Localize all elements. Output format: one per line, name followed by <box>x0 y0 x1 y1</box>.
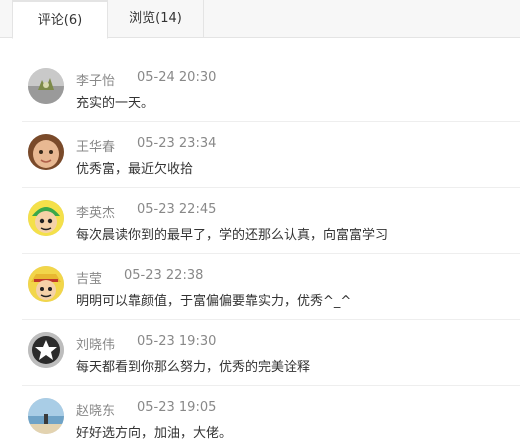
comment-time: 05-23 19:05 <box>137 400 217 415</box>
star-avatar[interactable] <box>28 332 64 368</box>
comment-text: 明明可以靠颜值，于富偏偏要靠实力，优秀^_^ <box>76 294 352 309</box>
beach-avatar[interactable] <box>28 398 64 434</box>
plant-avatar[interactable] <box>28 68 64 104</box>
comment-item: 刘晓伟 05-23 19:30 每天都看到你那么努力，优秀的完美诠释 <box>22 320 520 386</box>
commenter-name[interactable]: 李子怡 <box>76 70 115 89</box>
commenter-name[interactable]: 王华春 <box>76 136 115 155</box>
comment-time: 05-23 22:45 <box>137 202 217 217</box>
tab-views[interactable]: 浏览(14) <box>108 0 204 38</box>
tab-comments[interactable]: 评论(6) <box>12 0 108 39</box>
tab-bar: 评论(6) 浏览(14) <box>0 0 520 39</box>
commenter-name[interactable]: 吉莹 <box>76 268 102 287</box>
comment-item: 李子怡 05-24 20:30 充实的一天。 <box>22 56 520 122</box>
comment-time: 05-24 20:30 <box>137 70 217 85</box>
commenter-name[interactable]: 刘晓伟 <box>76 334 115 353</box>
cartoon-green-avatar[interactable] <box>28 200 64 236</box>
comment-text: 每次晨读你到的最早了，学的还那么认真，向富富学习 <box>76 228 389 243</box>
commenter-name[interactable]: 李英杰 <box>76 202 115 221</box>
comment-time: 05-23 22:38 <box>124 268 204 283</box>
cartoon-hat-avatar[interactable] <box>28 266 64 302</box>
comment-text: 每天都看到你那么努力，优秀的完美诠释 <box>76 360 311 375</box>
baby-avatar[interactable] <box>28 134 64 170</box>
comment-item: 李英杰 05-23 22:45 每次晨读你到的最早了，学的还那么认真，向富富学习 <box>22 188 520 254</box>
comment-list: 李子怡 05-24 20:30 充实的一天。 王华春 05-23 23:34 优… <box>0 56 520 441</box>
comment-text: 充实的一天。 <box>76 96 155 111</box>
commenter-name[interactable]: 赵晓东 <box>76 400 115 419</box>
comment-item: 王华春 05-23 23:34 优秀富，最近欠收拾 <box>22 122 520 188</box>
comment-time: 05-23 23:34 <box>137 136 217 151</box>
comment-item: 赵晓东 05-23 19:05 好好选方向，加油，大佬。 <box>22 386 520 441</box>
comment-time: 05-23 19:30 <box>137 334 217 349</box>
comment-item: 吉莹 05-23 22:38 明明可以靠颜值，于富偏偏要靠实力，优秀^_^ <box>22 254 520 320</box>
comment-text: 好好选方向，加油，大佬。 <box>76 426 233 441</box>
comment-text: 优秀富，最近欠收拾 <box>76 162 194 177</box>
